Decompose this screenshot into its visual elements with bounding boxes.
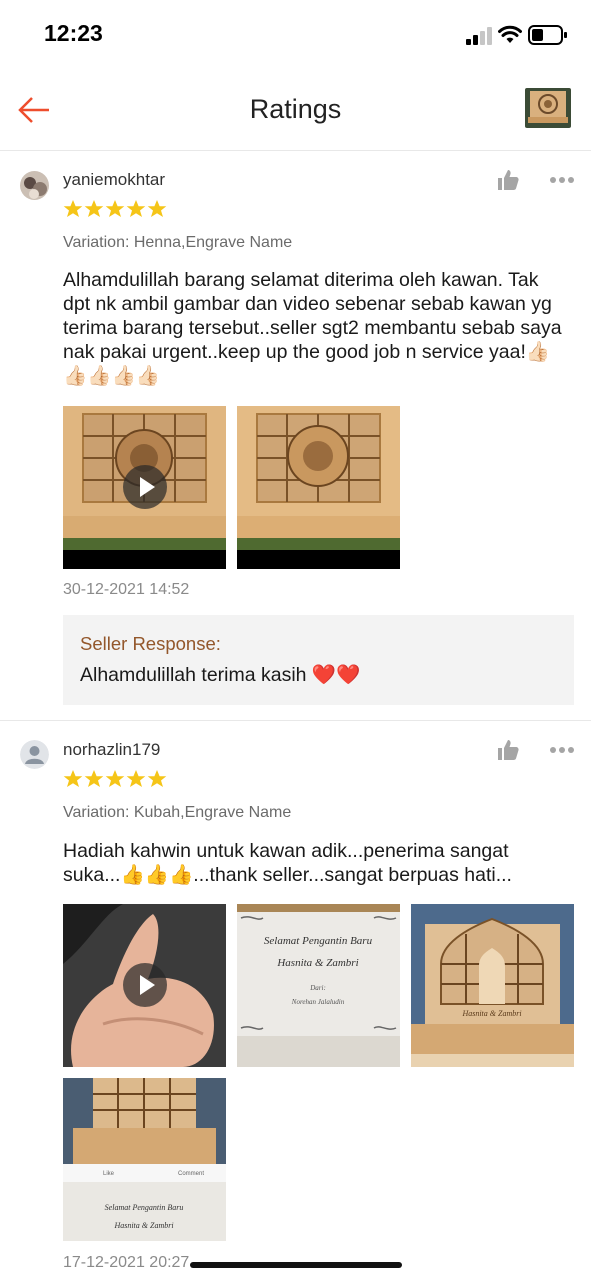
fb-comment-label: Comment	[178, 1171, 204, 1177]
avatar[interactable]	[20, 171, 49, 200]
variation-text: Variation: Henna,Engrave Name	[63, 234, 293, 251]
thumbs-up-icon[interactable]	[497, 169, 519, 191]
page-title: Ratings	[249, 94, 342, 124]
fb-like-label: Like	[103, 1171, 115, 1177]
play-icon[interactable]	[123, 465, 167, 509]
review-comment: Alhamdulillah barang selamat diterima ol…	[63, 269, 562, 387]
reviewer-username[interactable]: norhazlin179	[63, 740, 160, 760]
review-comment: Hadiah kahwin untuk kawan adik...penerim…	[63, 840, 512, 886]
card-line-4: Norehan Jalaludin	[291, 998, 345, 1006]
review-image-thumbnail[interactable]	[237, 406, 400, 569]
thumbs-up-icon[interactable]	[497, 739, 519, 761]
stand-engraving: Hasnita & Zambri	[461, 1009, 521, 1018]
card-line-3: Dari:	[309, 984, 326, 992]
review-item: norhazlin179 Variation: Kubah,Engrave Na…	[0, 721, 591, 1280]
review-video-thumbnail[interactable]	[63, 904, 226, 1067]
card-line-2: Hasnita & Zambri	[276, 957, 358, 969]
avatar[interactable]	[20, 740, 49, 769]
review-image-thumbnail[interactable]: Selamat Pengantin Baru Hasnita & Zambri …	[237, 904, 400, 1067]
review-timestamp: 17-12-2021 20:27	[63, 1254, 190, 1271]
review-image-thumbnail[interactable]: Hasnita & Zambri	[411, 904, 574, 1067]
review-image-thumbnail[interactable]: Like Comment Selamat Pengantin Baru Hasn…	[63, 1078, 226, 1241]
card-line-2-b: Hasnita & Zambri	[113, 1221, 173, 1230]
variation-text: Variation: Kubah,Engrave Name	[63, 804, 292, 821]
seller-response-title: Seller Response:	[80, 633, 221, 654]
reviewer-username[interactable]: yaniemokhtar	[63, 170, 165, 190]
more-options-icon[interactable]	[549, 745, 575, 755]
play-icon[interactable]	[123, 963, 167, 1007]
home-indicator	[190, 1262, 402, 1268]
seller-response-text: Alhamdulillah terima kasih ❤️❤️	[80, 664, 361, 686]
seller-response: Seller Response: Alhamdulillah terima ka…	[63, 615, 574, 705]
battery-icon	[528, 25, 567, 45]
review-item: yaniemokhtar Variation: Henna,Engrave Na…	[0, 151, 591, 719]
review-video-thumbnail[interactable]	[63, 406, 226, 569]
status-time: 12:23	[44, 20, 103, 46]
navigation-header: Ratings	[0, 70, 591, 151]
card-line-1-b: Selamat Pengantin Baru	[105, 1203, 184, 1212]
more-options-icon[interactable]	[549, 175, 575, 185]
review-timestamp: 30-12-2021 14:52	[63, 581, 190, 598]
card-line-1: Selamat Pengantin Baru	[264, 935, 373, 947]
product-thumbnail[interactable]	[525, 88, 571, 128]
star-rating	[63, 770, 167, 787]
cellular-signal-icon	[466, 27, 492, 45]
wifi-icon	[498, 25, 522, 43]
star-rating	[63, 200, 167, 217]
status-bar: 12:23	[0, 0, 591, 70]
